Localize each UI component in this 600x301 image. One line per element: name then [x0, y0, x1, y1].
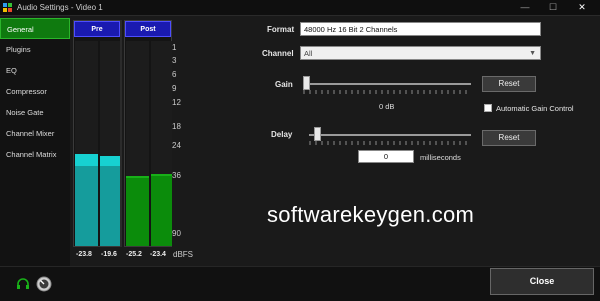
post-meter: Post [124, 20, 172, 247]
watermark-text: softwarekeygen.com [267, 202, 475, 227]
meter-unit: dBFS [173, 250, 194, 259]
delay-label: Delay [271, 130, 293, 139]
pre-meter: Pre [73, 20, 121, 247]
gain-slider-thumb[interactable] [303, 76, 310, 90]
sidebar-item-eq[interactable]: EQ [0, 60, 70, 81]
post-meter-right-channel [151, 41, 172, 246]
meter-divider [120, 20, 122, 247]
pre-right-level-bar [100, 166, 121, 246]
channel-label: Channel [262, 49, 294, 58]
maximize-button[interactable]: ☐ [538, 0, 568, 16]
close-window-button[interactable]: ✕ [567, 0, 597, 16]
pre-right-value: -19.6 [101, 251, 117, 258]
post-right-level-bar [151, 176, 172, 246]
agc-checkbox[interactable] [484, 104, 492, 112]
window-title: Audio Settings - Video 1 [17, 3, 103, 12]
sidebar-item-channel-mixer[interactable]: Channel Mixer [0, 123, 70, 144]
sidebar: General Plugins EQ Compressor Noise Gate… [0, 18, 70, 266]
scale-mark: 12 [172, 98, 181, 107]
scale-mark: 9 [172, 84, 177, 93]
gain-value: 0 dB [379, 102, 395, 111]
sidebar-item-plugins[interactable]: Plugins [0, 39, 70, 60]
sidebar-item-compressor[interactable]: Compressor [0, 81, 70, 102]
channel-select-value: All [304, 49, 313, 58]
sidebar-item-general[interactable]: General [0, 18, 70, 39]
channel-select[interactable]: All ▼ [300, 46, 541, 60]
delay-slider-thumb[interactable] [313, 127, 321, 141]
gain-label: Gain [275, 80, 293, 89]
app-icon [3, 3, 13, 13]
scale-mark: 1 [172, 43, 177, 52]
delay-unit: milliseconds [420, 153, 461, 162]
pre-meter-right-channel [100, 41, 121, 246]
minimize-button[interactable]: — [510, 0, 540, 16]
post-right-value: -23.4 [150, 251, 166, 258]
scale-mark: 18 [172, 122, 181, 131]
sidebar-item-channel-matrix[interactable]: Channel Matrix [0, 144, 70, 165]
delay-reset-button[interactable]: Reset [482, 130, 536, 146]
volume-knob-icon[interactable] [36, 276, 52, 292]
pre-left-value: -23.8 [76, 251, 92, 258]
post-meter-header: Post [125, 21, 171, 37]
pre-meter-left-channel [75, 41, 98, 246]
chevron-down-icon: ▼ [529, 50, 536, 57]
post-meter-left-channel [126, 41, 149, 246]
post-left-level-bar [126, 178, 149, 246]
post-left-value: -25.2 [126, 251, 142, 258]
format-label: Format [267, 25, 295, 34]
scale-mark: 36 [172, 171, 181, 180]
agc-label: Automatic Gain Control [496, 104, 574, 113]
delay-slider-ticks [309, 141, 467, 145]
scale-mark: 24 [172, 141, 181, 150]
scale-mark: 6 [172, 70, 177, 79]
pre-meter-header: Pre [74, 21, 120, 37]
delay-input[interactable]: 0 [358, 150, 414, 163]
delay-slider-track[interactable] [309, 134, 471, 136]
headphones-icon[interactable] [16, 277, 30, 291]
close-button[interactable]: Close [490, 268, 594, 295]
sidebar-item-noise-gate[interactable]: Noise Gate [0, 102, 70, 123]
title-bar: Audio Settings - Video 1 — ☐ ✕ [0, 0, 600, 16]
gain-slider-track[interactable] [303, 83, 471, 85]
gain-slider-ticks [303, 90, 467, 94]
scale-mark: 90 [172, 229, 181, 238]
scale-mark: 3 [172, 56, 177, 65]
pre-left-level-bar [75, 166, 98, 246]
format-field[interactable]: 48000 Hz 16 Bit 2 Channels [300, 22, 541, 36]
gain-reset-button[interactable]: Reset [482, 76, 536, 92]
